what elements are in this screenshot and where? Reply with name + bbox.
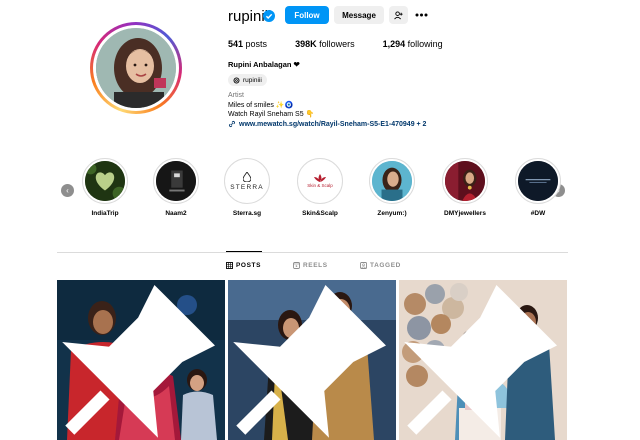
highlight-skin-scalp[interactable]: Skin & Scalp Skin&Scalp (290, 158, 350, 217)
tabs-divider (57, 252, 568, 253)
threads-badge[interactable]: rupiniii (228, 74, 267, 86)
message-button[interactable]: Message (334, 6, 384, 24)
tab-tagged[interactable]: TAGGED (360, 262, 401, 269)
active-tab-indicator (226, 251, 262, 252)
highlight-label: Zenyum:) (377, 210, 407, 217)
suggested-accounts-button[interactable] (389, 6, 408, 24)
pinned-icon (404, 284, 558, 438)
bio-line-1: Miles of smiles ✨🧿 (228, 102, 294, 109)
grid-icon (226, 262, 233, 269)
highlights-prev-button[interactable]: ‹ (61, 184, 74, 197)
highlight-zenyum[interactable]: Zenyum:) (362, 158, 422, 217)
jewellery-thumbnail (445, 161, 485, 201)
tab-reels-label: REELS (303, 262, 328, 269)
profile-link-text: www.mewatch.sg/watch/Rayil-Sneham-S5-E1-… (239, 120, 427, 128)
avatar-photo (96, 28, 176, 108)
link-icon (228, 120, 236, 128)
sterra-logo-thumbnail: STERRA (227, 161, 267, 201)
tag-person-icon (360, 262, 367, 269)
highlight-label: IndiaTrip (91, 210, 119, 217)
highlight-label: Naam2 (165, 210, 187, 217)
highlight-sterra[interactable]: STERRA Sterra.sg (217, 158, 277, 217)
tab-tagged-label: TAGGED (370, 262, 401, 269)
forest-heart-thumbnail (85, 161, 125, 201)
threads-icon (233, 77, 240, 83)
posts-count: 541 posts (228, 39, 268, 49)
tab-posts[interactable]: POSTS (226, 262, 261, 269)
pinned-icon (62, 284, 216, 438)
sterra-logo-text: STERRA (230, 183, 264, 191)
highlight-label: Skin&Scalp (302, 210, 338, 217)
lotus-icon (314, 174, 326, 182)
highlight-naam2[interactable]: Naam2 (146, 158, 206, 217)
pinned-icon (233, 284, 387, 438)
highlight-label: DMYjewellers (444, 210, 486, 217)
followers-count[interactable]: 398K followers (295, 39, 355, 49)
chevron-left-icon: ‹ (66, 186, 69, 195)
highlight-indiatrip[interactable]: IndiaTrip (75, 158, 135, 217)
bio-line-2: Watch Rayil Sneham S5 👇 (228, 111, 315, 118)
follow-button[interactable]: Follow (285, 6, 329, 24)
more-options-button[interactable] (414, 8, 428, 22)
post-thumbnail[interactable] (399, 280, 567, 440)
following-count[interactable]: 1,294 following (383, 39, 443, 49)
portrait-thumbnail (372, 161, 412, 201)
highlight-dmyjewellers[interactable]: DMYjewellers (435, 158, 495, 217)
highlight-label: Sterra.sg (232, 210, 262, 217)
threads-handle: rupiniii (243, 76, 262, 84)
tab-reels[interactable]: REELS (293, 262, 328, 269)
skin-scalp-logo-text: Skin & Scalp (307, 183, 333, 188)
drop-icon (243, 171, 251, 182)
dark-logo-thumbnail (518, 161, 558, 201)
tab-posts-label: POSTS (236, 262, 262, 269)
reels-icon (293, 262, 300, 269)
verified-badge-icon (263, 10, 275, 22)
skin-scalp-logo-thumbnail: Skin & Scalp (300, 161, 340, 201)
profile-avatar[interactable] (90, 22, 182, 114)
profile-full-name: Rupini Anbalagan ❤ (228, 60, 300, 69)
more-dots-icon (415, 13, 427, 17)
highlight-label: #DW (530, 210, 546, 217)
post-thumbnail[interactable] (57, 280, 225, 440)
post-thumbnail[interactable] (228, 280, 396, 440)
add-person-icon (394, 10, 403, 19)
profile-link[interactable]: www.mewatch.sg/watch/Rayil-Sneham-S5-E1-… (228, 120, 426, 128)
highlight-dw[interactable]: #DW (508, 158, 568, 217)
profile-stats: 541 posts 398K followers 1,294 following (228, 39, 471, 49)
dark-poster-thumbnail (156, 161, 196, 201)
profile-category: Artist (228, 92, 244, 99)
